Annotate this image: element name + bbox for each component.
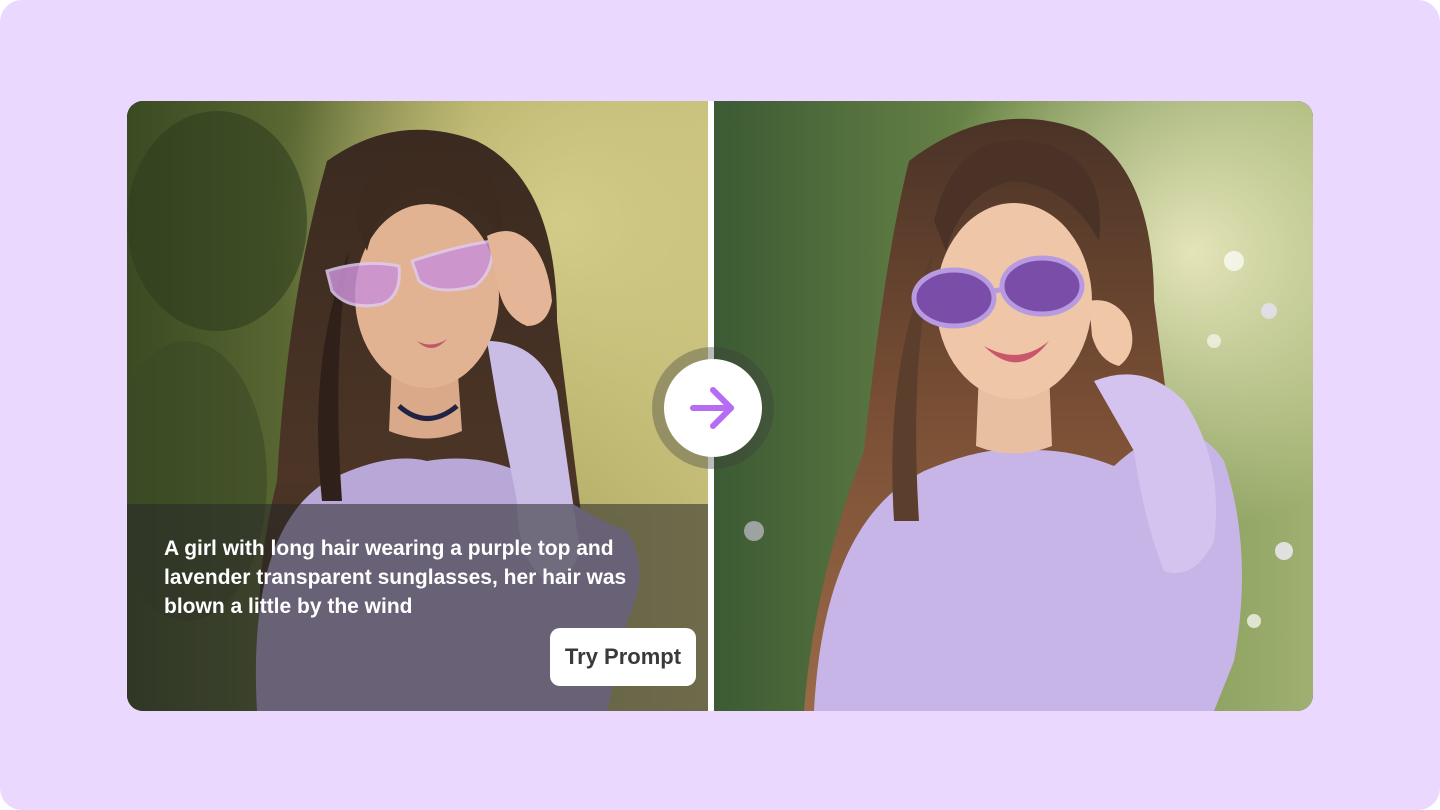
prompt-text: A girl with long hair wearing a purple t… (164, 537, 627, 618)
try-prompt-button[interactable]: Try Prompt (550, 628, 696, 686)
prompt-overlay: A girl with long hair wearing a purple t… (127, 504, 708, 711)
generated-photo (714, 101, 1313, 711)
generated-photo-image (714, 101, 1313, 711)
arrow-next-button[interactable] (664, 359, 762, 457)
arrow-right-icon (690, 387, 734, 429)
page-background: A girl with long hair wearing a purple t… (0, 0, 1440, 810)
